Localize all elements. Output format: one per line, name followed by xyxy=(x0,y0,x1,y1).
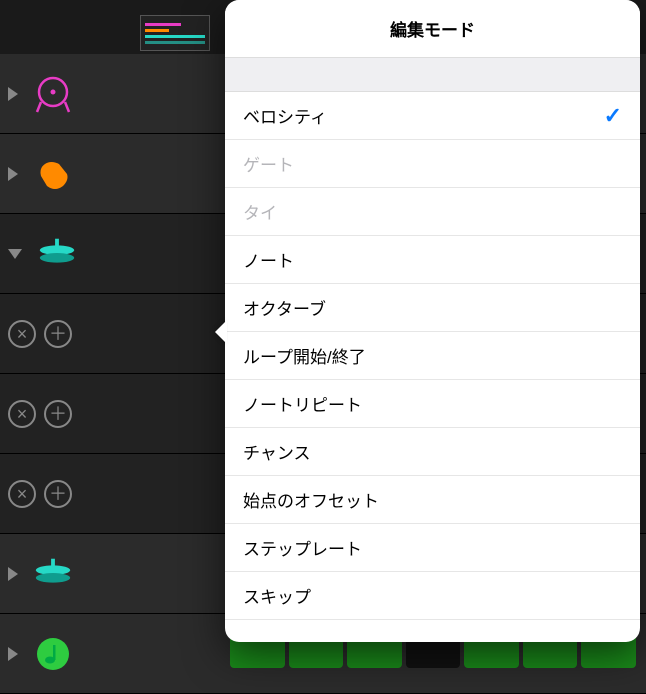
remove-button[interactable]: × xyxy=(8,400,36,428)
option-label: タイ xyxy=(243,199,277,224)
option-label: ノートリピート xyxy=(243,391,362,416)
add-button[interactable]: ＋ xyxy=(44,320,72,348)
edit-mode-option: タイ xyxy=(225,188,640,236)
edit-mode-option[interactable]: ベロシティ ✓ xyxy=(225,92,640,140)
play-icon[interactable] xyxy=(8,647,18,661)
option-label: チャンス xyxy=(243,439,311,464)
disclosure-down-icon[interactable] xyxy=(8,249,22,259)
edit-mode-option[interactable]: オクターブ xyxy=(225,284,640,332)
edit-mode-option[interactable]: ステップレート xyxy=(225,524,640,572)
remove-button[interactable]: × xyxy=(8,480,36,508)
clap-icon xyxy=(32,153,74,195)
add-button[interactable]: ＋ xyxy=(44,480,72,508)
play-icon[interactable] xyxy=(8,567,18,581)
checkmark-icon: ✓ xyxy=(604,103,622,129)
hihat-icon xyxy=(32,553,74,595)
option-label: ノート xyxy=(243,247,294,272)
option-label: ステップレート xyxy=(243,535,362,560)
edit-mode-option[interactable]: スキップ xyxy=(225,572,640,620)
play-icon[interactable] xyxy=(8,167,18,181)
edit-mode-option: ゲート xyxy=(225,140,640,188)
option-label: オクターブ xyxy=(243,295,326,320)
option-label: スキップ xyxy=(243,583,311,608)
option-label: ゲート xyxy=(243,151,294,176)
popover-section-gap xyxy=(225,58,640,92)
hihat-icon xyxy=(36,233,78,275)
edit-mode-option[interactable]: チャンス xyxy=(225,428,640,476)
note-icon xyxy=(32,633,74,675)
edit-mode-option[interactable]: ノート xyxy=(225,236,640,284)
edit-mode-menu: ベロシティ ✓ ゲートタイノートオクターブループ開始/終了ノートリピートチャンス始点… xyxy=(225,92,640,620)
option-label: 始点のオフセット xyxy=(243,487,379,512)
pattern-overview[interactable] xyxy=(140,15,210,51)
play-icon[interactable] xyxy=(8,87,18,101)
option-label: ループ開始/終了 xyxy=(243,343,366,368)
remove-button[interactable]: × xyxy=(8,320,36,348)
kick-drum-icon xyxy=(32,73,74,115)
edit-mode-option[interactable]: ノートリピート xyxy=(225,380,640,428)
option-label: ベロシティ xyxy=(243,103,327,128)
edit-mode-popover: 編集モード ベロシティ ✓ ゲートタイノートオクターブループ開始/終了ノートリピート… xyxy=(225,0,640,642)
popover-title: 編集モード xyxy=(225,0,640,58)
add-button[interactable]: ＋ xyxy=(44,400,72,428)
edit-mode-option[interactable]: ループ開始/終了 xyxy=(225,332,640,380)
edit-mode-option[interactable]: 始点のオフセット xyxy=(225,476,640,524)
